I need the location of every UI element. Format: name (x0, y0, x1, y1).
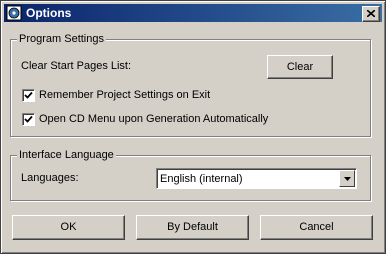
close-button[interactable] (362, 6, 380, 22)
languages-label: Languages: (21, 172, 79, 184)
interface-language-label: Interface Language (17, 149, 116, 161)
cancel-button[interactable]: Cancel (260, 215, 373, 240)
options-dialog: Options Program Settings Clear Start Pag… (0, 0, 386, 254)
close-icon (367, 10, 375, 17)
remember-settings-checkbox[interactable] (22, 89, 35, 102)
clear-start-pages-label: Clear Start Pages List: (21, 60, 132, 72)
open-cd-menu-label[interactable]: Open CD Menu upon Generation Automatical… (39, 113, 268, 125)
open-cd-menu-checkbox[interactable] (22, 113, 35, 126)
window-title: Options (26, 6, 72, 20)
language-select[interactable]: English (internal) (156, 168, 357, 189)
by-default-button[interactable]: By Default (136, 215, 249, 240)
title-bar[interactable]: Options (4, 4, 382, 22)
program-settings-label: Program Settings (17, 33, 106, 45)
clear-button[interactable]: Clear (267, 55, 333, 79)
app-icon (6, 5, 22, 21)
checkmark-icon (24, 115, 33, 123)
checkmark-icon (24, 91, 33, 99)
ok-button[interactable]: OK (12, 215, 125, 240)
chevron-down-icon (344, 177, 351, 181)
selected-language: English (internal) (160, 173, 243, 185)
remember-settings-label[interactable]: Remember Project Settings on Exit (39, 89, 210, 101)
dropdown-button[interactable] (339, 170, 355, 187)
